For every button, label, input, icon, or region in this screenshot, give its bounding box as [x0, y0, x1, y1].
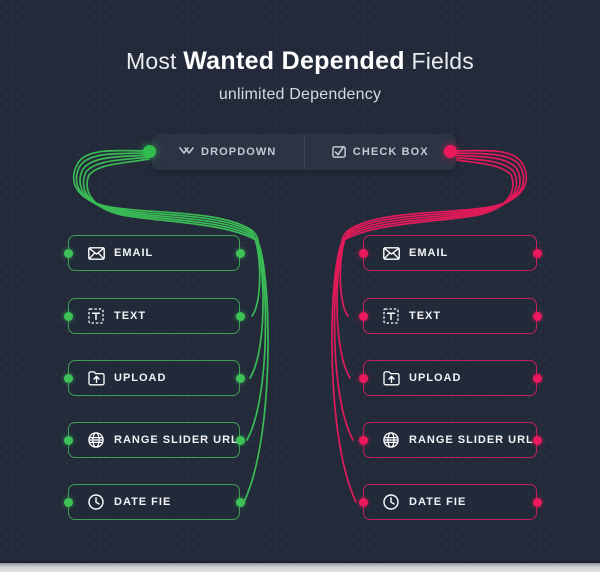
field-label: RANGE SLIDER URL [409, 434, 534, 446]
node-in-date-fie-left[interactable] [64, 498, 73, 507]
tab-checkbox[interactable]: CHECK BOX [303, 134, 457, 170]
page-title-strong: Wanted Depended [183, 47, 405, 75]
upload-icon [87, 369, 105, 387]
field-label: UPLOAD [409, 372, 462, 384]
bottom-strip [0, 563, 600, 572]
node-in-text-right[interactable] [359, 312, 368, 321]
node-out-range-slider-url-left[interactable] [236, 436, 245, 445]
node-out-range-slider-url-right[interactable] [533, 436, 542, 445]
field-label: EMAIL [114, 247, 154, 259]
node-in-range-slider-url-left[interactable] [64, 436, 73, 445]
node-in-upload-left[interactable] [64, 374, 73, 383]
node-out-text-right[interactable] [533, 312, 542, 321]
chevron-double-down-icon [179, 146, 194, 158]
node-in-date-fie-right[interactable] [359, 498, 368, 507]
upload-icon [382, 369, 400, 387]
node-out-text-left[interactable] [236, 312, 245, 321]
globe-icon [382, 431, 400, 449]
field-label: RANGE SLIDER URL [114, 434, 239, 446]
node-out-email-right[interactable] [533, 249, 542, 258]
envelope-icon [382, 244, 400, 262]
node-out-upload-left[interactable] [236, 374, 245, 383]
page-title-post: Fields [404, 48, 475, 74]
dropdown-endpoint-dot[interactable] [143, 145, 156, 158]
field-label: TEXT [409, 310, 442, 322]
field-label: DATE FIE [114, 496, 172, 508]
clock-icon [382, 493, 400, 511]
node-out-date-fie-right[interactable] [533, 498, 542, 507]
page-subtitle: unlimited Dependency [218, 86, 382, 103]
field-card-email-left[interactable]: EMAIL [68, 235, 240, 271]
field-card-date-fie-right[interactable]: DATE FIE [363, 484, 537, 520]
node-out-email-left[interactable] [236, 249, 245, 258]
globe-icon [87, 431, 105, 449]
field-label: EMAIL [409, 247, 449, 259]
page-title: Most Wanted Depended Fields [0, 46, 600, 76]
field-card-upload-right[interactable]: UPLOAD [363, 360, 537, 396]
field-label: TEXT [114, 310, 147, 322]
node-in-email-right[interactable] [359, 249, 368, 258]
field-card-date-fie-left[interactable]: DATE FIE [68, 484, 240, 520]
clock-icon [87, 493, 105, 511]
mode-tabbar[interactable]: DROPDOWN CHECK BOX [152, 134, 456, 170]
field-card-upload-left[interactable]: UPLOAD [68, 360, 240, 396]
envelope-icon [87, 244, 105, 262]
tab-checkbox-label: CHECK BOX [352, 146, 429, 158]
node-in-text-left[interactable] [64, 312, 73, 321]
field-label: DATE FIE [409, 496, 467, 508]
field-card-email-right[interactable]: EMAIL [363, 235, 537, 271]
page-title-pre: Most [125, 48, 184, 74]
tab-dropdown[interactable]: DROPDOWN [152, 134, 304, 170]
node-out-date-fie-left[interactable] [236, 498, 245, 507]
node-out-upload-right[interactable] [533, 374, 542, 383]
text-box-icon [87, 307, 105, 325]
node-in-email-left[interactable] [64, 249, 73, 258]
tab-dropdown-label: DROPDOWN [201, 146, 277, 158]
field-card-text-left[interactable]: TEXT [68, 298, 240, 334]
diagram-canvas: Most Wanted Depended Fields unlimited De… [0, 0, 600, 572]
checkbox-checked-icon [331, 145, 346, 159]
checkbox-endpoint-dot[interactable] [444, 145, 457, 158]
field-card-range-slider-url-right[interactable]: RANGE SLIDER URL [363, 422, 537, 458]
page-heading: Most Wanted Depended Fields unlimited De… [0, 46, 600, 104]
node-in-range-slider-url-right[interactable] [359, 436, 368, 445]
field-label: UPLOAD [114, 372, 167, 384]
field-card-text-right[interactable]: TEXT [363, 298, 537, 334]
field-card-range-slider-url-left[interactable]: RANGE SLIDER URL [68, 422, 240, 458]
node-in-upload-right[interactable] [359, 374, 368, 383]
text-box-icon [382, 307, 400, 325]
